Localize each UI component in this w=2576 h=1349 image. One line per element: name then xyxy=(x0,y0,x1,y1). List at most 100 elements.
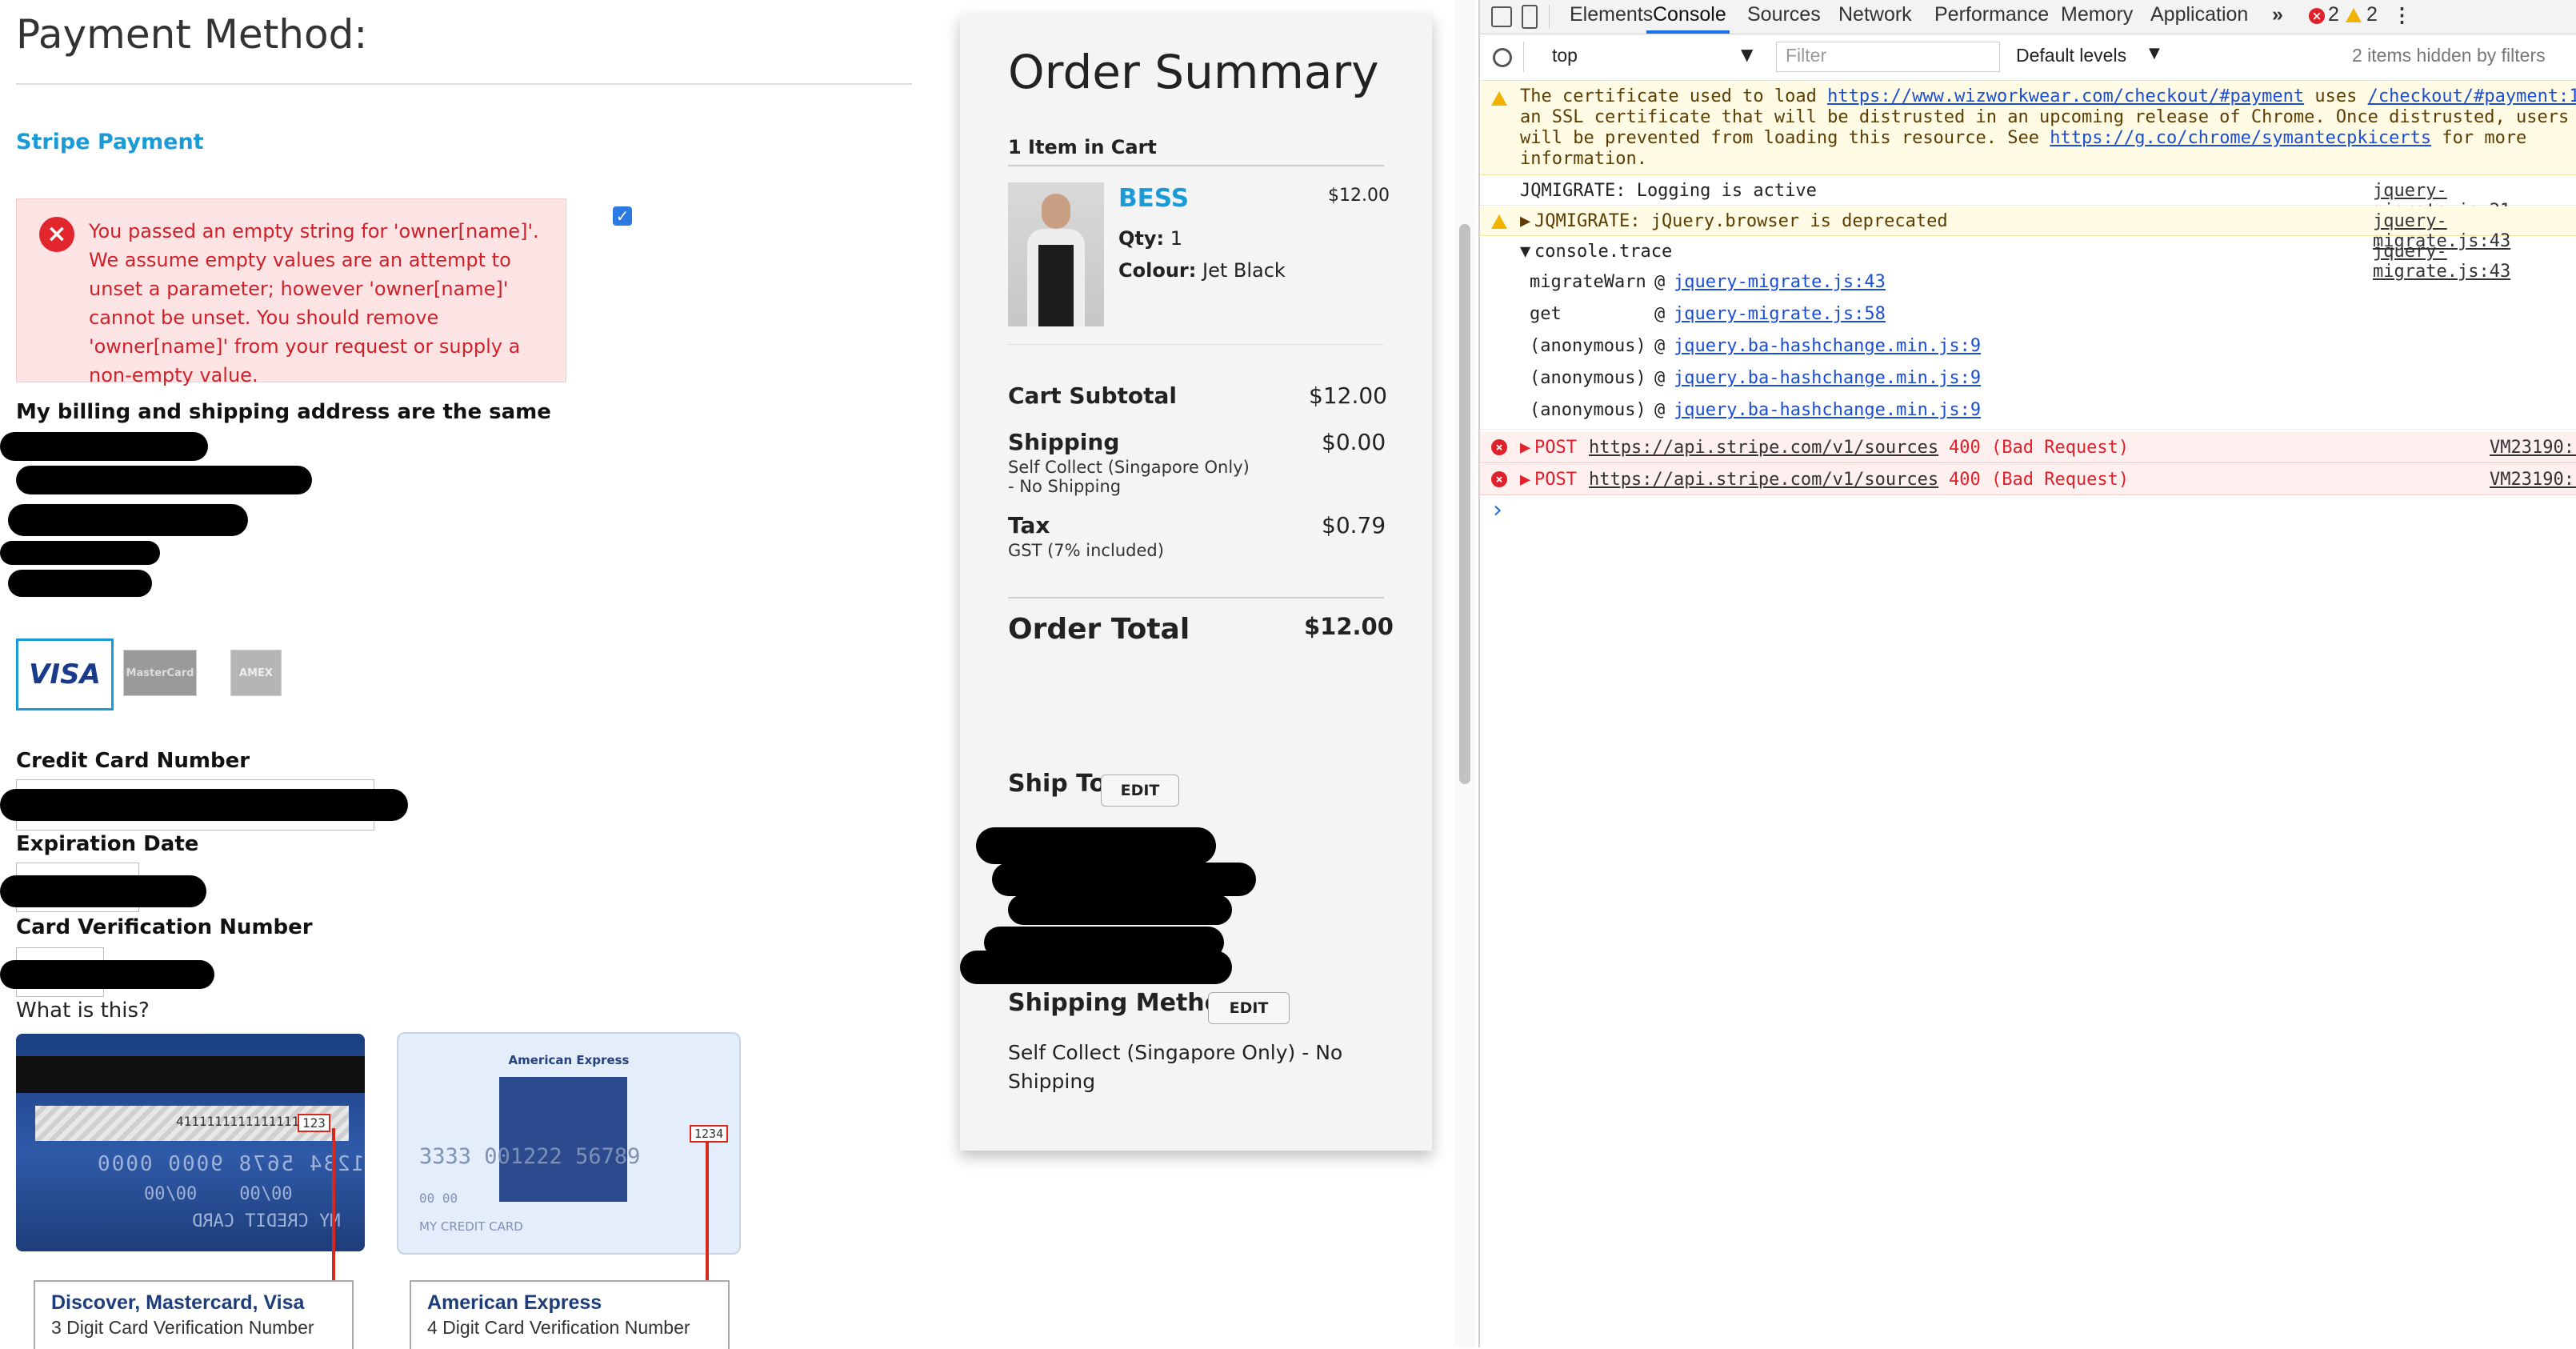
what-is-this-link[interactable]: What is this? xyxy=(16,999,150,1023)
arrow-line xyxy=(706,1143,709,1301)
context-dropdown-icon[interactable]: ▼ xyxy=(1741,45,1753,64)
stack-at: @ xyxy=(1654,272,1666,292)
shipping-method-value: Self Collect (Singapore Only) - No Shipp… xyxy=(1008,1041,1343,1093)
stack-source-link[interactable]: jquery-migrate.js:43 xyxy=(1674,272,1886,292)
arrow-line xyxy=(332,1128,335,1299)
stack-source-link[interactable]: jquery.ba-hashchange.min.js:9 xyxy=(1674,336,1981,356)
console-prompt[interactable]: › xyxy=(1493,496,1502,524)
billing-same-checkbox[interactable]: ✓ xyxy=(613,206,632,226)
tab-console[interactable]: Console xyxy=(1653,3,1726,26)
collapse-arrow-icon[interactable]: ▼ xyxy=(1520,242,1530,262)
hidden-items-note: 2 items hidden by filters xyxy=(2352,45,2546,66)
amex-card-name: American Express xyxy=(508,1053,630,1067)
tab-elements[interactable]: Elements xyxy=(1570,3,1653,26)
cert-source-link[interactable]: /checkout/#payment:1 xyxy=(2368,86,2576,106)
payment-method-label[interactable]: Stripe Payment xyxy=(16,130,204,154)
expiration-label: Expiration Date xyxy=(16,832,199,856)
amex-card-cvv: 1234 xyxy=(690,1125,729,1143)
amex-icon[interactable]: AMEX xyxy=(230,650,282,696)
devtools-menu-icon[interactable]: ⋮ xyxy=(2392,3,2412,27)
error-icon: × xyxy=(39,217,74,252)
card-back-cvv: 123 xyxy=(298,1114,330,1132)
tab-application[interactable]: Application xyxy=(2150,3,2248,26)
stack-source-link[interactable]: jquery.ba-hashchange.min.js:9 xyxy=(1674,400,1981,420)
redaction xyxy=(976,827,1216,864)
model-head xyxy=(1042,194,1070,229)
levels-dropdown-icon[interactable]: ▼ xyxy=(2149,45,2160,62)
warning-icon xyxy=(1491,91,1507,106)
warning-message: JQMIGRATE: jQuery.browser is deprecated xyxy=(1534,211,1948,231)
shipping-label: Shipping xyxy=(1008,429,1120,455)
stack-fn: (anonymous) xyxy=(1530,336,1646,356)
expand-arrow-icon[interactable]: ▶ xyxy=(1520,438,1530,458)
error-source-link[interactable]: VM23190:1 xyxy=(2490,470,2576,490)
divider xyxy=(1523,42,1524,72)
cert-url-link[interactable]: https://www.wizworkwear.com/checkout/#pa… xyxy=(1827,86,2304,106)
ship-to-edit-button[interactable]: EDIT xyxy=(1101,775,1179,807)
expand-arrow-icon[interactable]: ▶ xyxy=(1520,211,1530,231)
cert-line-1: The certificate used to load https://www… xyxy=(1520,86,2576,106)
context-select[interactable]: top xyxy=(1552,45,1578,66)
trace-source-link[interactable]: jquery-migrate.js:43 xyxy=(2373,242,2576,282)
card-back-illustration: 4111111111111111 123 1234 5678 9000 0000… xyxy=(16,1034,365,1251)
mirrored-digits: MY CREDIT CARD xyxy=(192,1211,341,1231)
redaction xyxy=(1008,895,1232,925)
ship-to-label: Ship To: xyxy=(1008,770,1116,798)
subtotal-label: Cart Subtotal xyxy=(1008,382,1178,409)
apron xyxy=(1038,245,1074,326)
error-count-icon[interactable]: × xyxy=(2309,8,2325,24)
expand-arrow-icon[interactable]: ▶ xyxy=(1520,470,1530,490)
inspect-element-icon[interactable] xyxy=(1491,6,1512,27)
product-qty: Qty: 1 xyxy=(1118,227,1182,250)
error-url-link[interactable]: https://api.stripe.com/v1/sources xyxy=(1589,470,1938,490)
product-price: $12.00 xyxy=(1328,186,1390,206)
warning-count[interactable]: 2 xyxy=(2366,3,2378,26)
amex-card-date: 00 00 xyxy=(419,1191,458,1206)
cert-line-2: an SSL certificate that will be distrust… xyxy=(1520,107,2570,127)
redaction xyxy=(8,504,248,536)
warning-icon xyxy=(1491,214,1507,229)
cvv-label: Card Verification Number xyxy=(16,915,313,939)
visa-icon[interactable]: VISA xyxy=(16,638,114,711)
error-message: You passed an empty string for 'owner[na… xyxy=(89,220,539,386)
error-count[interactable]: 2 xyxy=(2328,3,2339,26)
page-scrollbar-thumb[interactable] xyxy=(1459,224,1470,784)
stack-source-link[interactable]: jquery-migrate.js:58 xyxy=(1674,304,1886,324)
devtools-panel: Elements Console Sources Network Perform… xyxy=(1478,0,2576,1347)
warning-count-icon[interactable] xyxy=(2346,8,2362,22)
device-toolbar-icon[interactable] xyxy=(1522,5,1538,29)
order-summary-panel: Order Summary 1 Item in Cart BESS $12.00… xyxy=(960,14,1432,1151)
error-icon: × xyxy=(1491,439,1507,455)
redaction xyxy=(0,960,214,989)
order-total-label: Order Total xyxy=(1008,613,1190,646)
shipping-value: $0.00 xyxy=(1322,429,1386,455)
tab-memory[interactable]: Memory xyxy=(2061,3,2133,26)
error-source-link[interactable]: VM23190:1 xyxy=(2490,438,2576,458)
tab-sources[interactable]: Sources xyxy=(1747,3,1821,26)
tax-note: GST (7% included) xyxy=(1008,541,1164,560)
active-tab-indicator xyxy=(1646,30,1730,34)
tab-performance[interactable]: Performance xyxy=(1934,3,2049,26)
clear-console-icon[interactable] xyxy=(1493,48,1512,67)
product-image[interactable] xyxy=(1008,182,1104,326)
product-colour: Colour: Jet Black xyxy=(1118,259,1286,282)
redaction xyxy=(16,466,312,494)
cert-info-link[interactable]: https://g.co/chrome/symantecpkicerts xyxy=(2050,128,2431,148)
divider xyxy=(1008,597,1384,598)
product-name[interactable]: BESS xyxy=(1118,184,1189,213)
console-log-row: JQMIGRATE: Logging is active jquery-migr… xyxy=(1480,176,2576,221)
redaction xyxy=(0,541,160,565)
more-tabs-button[interactable]: » xyxy=(2272,3,2283,26)
stack-at: @ xyxy=(1654,400,1666,420)
error-url-link[interactable]: https://api.stripe.com/v1/sources xyxy=(1589,438,1938,458)
stack-source-link[interactable]: jquery.ba-hashchange.min.js:9 xyxy=(1674,368,1981,388)
tab-network[interactable]: Network xyxy=(1838,3,1912,26)
mastercard-icon[interactable]: MasterCard xyxy=(123,650,197,696)
shipping-method-edit-button[interactable]: EDIT xyxy=(1208,992,1290,1024)
mirrored-digits: 1234 5678 9000 0000 xyxy=(96,1152,365,1176)
divider xyxy=(1549,5,1550,29)
redaction xyxy=(0,789,408,821)
qty-label: Qty: xyxy=(1118,227,1165,250)
amex-card-number: 3333 001222 56789 xyxy=(419,1144,641,1169)
levels-select[interactable]: Default levels xyxy=(2016,45,2126,66)
